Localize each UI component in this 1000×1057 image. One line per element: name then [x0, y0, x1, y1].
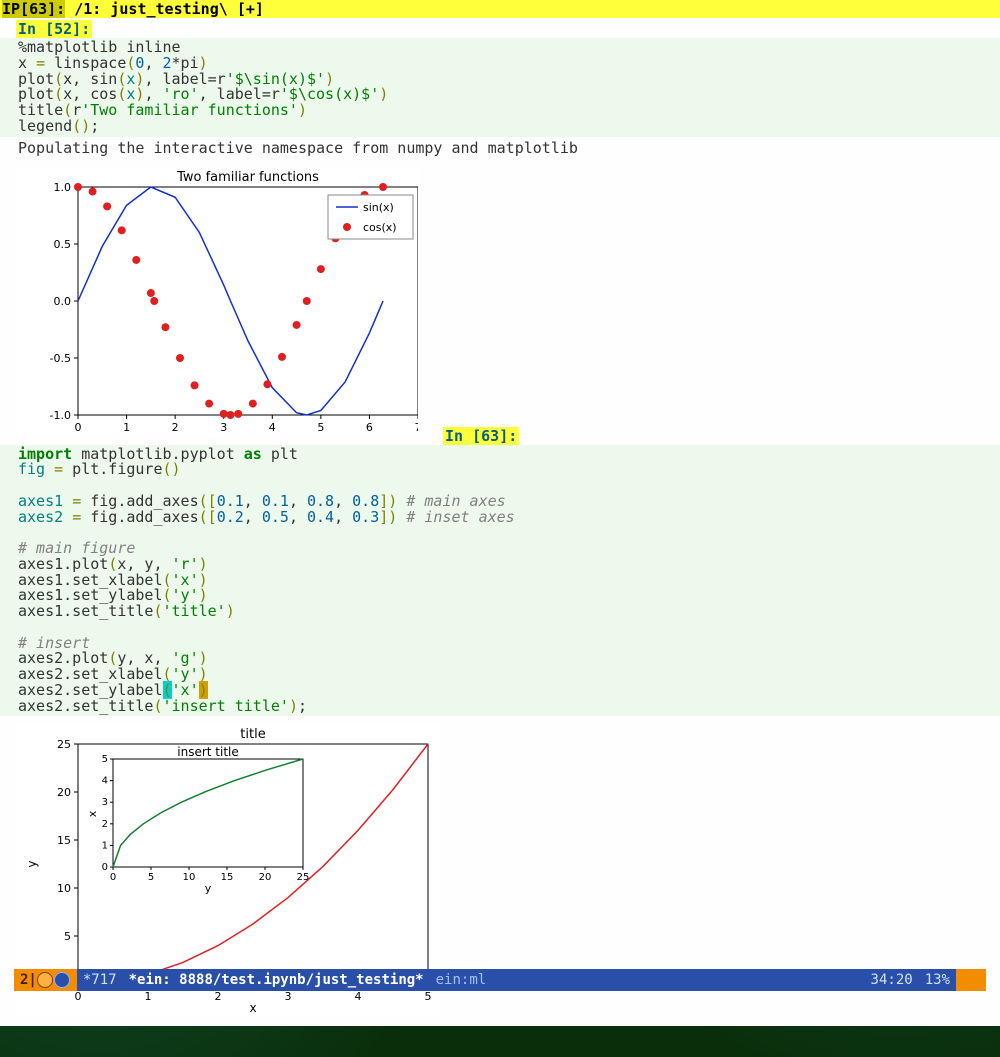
emacs-frame: IP[63]: /1: just_testing\ [+] In [52]: %…	[0, 0, 1000, 1026]
modeline-end-cap	[956, 969, 986, 991]
cell-prompt-63[interactable]: In [63]:	[443, 427, 519, 445]
svg-text:3: 3	[102, 797, 108, 808]
status-dot-icon	[37, 972, 53, 988]
svg-text:2: 2	[102, 819, 108, 830]
svg-text:7: 7	[415, 421, 419, 434]
svg-text:1: 1	[102, 841, 108, 852]
cell-output-text-52: Populating the interactive namespace fro…	[0, 137, 1000, 159]
tab-bar[interactable]: IP[63]: /1: just_testing\ [+]	[0, 0, 1000, 18]
svg-text:-1.0: -1.0	[50, 409, 71, 422]
plot-two-familiar-functions: Two familiar functions -1.0 -0.5 0.0 0.5 1.0…	[18, 167, 418, 435]
svg-text:x: x	[249, 1001, 256, 1015]
svg-text:-0.5: -0.5	[50, 352, 71, 365]
cursor-position: 34:20	[865, 969, 919, 991]
svg-text:20: 20	[57, 786, 71, 799]
svg-text:0: 0	[75, 421, 82, 434]
svg-text:cos(x): cos(x)	[363, 221, 397, 234]
scroll-percentage: 13%	[919, 969, 956, 991]
svg-text:1: 1	[123, 421, 130, 434]
svg-text:5: 5	[102, 754, 108, 765]
svg-text:Two familiar functions: Two familiar functions	[176, 170, 319, 185]
svg-text:15: 15	[221, 872, 234, 883]
major-mode: ein:ml	[430, 969, 493, 991]
svg-text:0: 0	[110, 872, 116, 883]
buffer-name[interactable]: *ein: 8888/test.ipynb/just_testing*	[123, 969, 430, 991]
svg-text:3: 3	[285, 990, 292, 1003]
svg-text:5: 5	[317, 421, 324, 434]
svg-text:5: 5	[148, 872, 154, 883]
tab-modified-indicator: [+]	[237, 0, 264, 18]
svg-text:25: 25	[297, 872, 310, 883]
svg-text:0: 0	[75, 990, 82, 1003]
svg-text:5: 5	[425, 990, 432, 1003]
svg-text:sin(x): sin(x)	[363, 201, 394, 214]
svg-text:y: y	[25, 861, 39, 868]
svg-text:y: y	[205, 882, 212, 895]
svg-text:x: x	[86, 811, 99, 818]
svg-text:6: 6	[366, 421, 373, 434]
svg-text:2: 2	[215, 990, 222, 1003]
svg-text:0.5: 0.5	[54, 238, 72, 251]
svg-text:15: 15	[57, 834, 71, 847]
svg-text:insert title: insert title	[177, 745, 239, 759]
svg-text:0: 0	[102, 862, 108, 873]
svg-text:3: 3	[220, 421, 227, 434]
svg-text:4: 4	[269, 421, 276, 434]
svg-text:title: title	[240, 727, 265, 742]
svg-text:10: 10	[183, 872, 196, 883]
svg-text:1: 1	[145, 990, 152, 1003]
code-cell-63[interactable]: import matplotlib.pyplot as plt fig = pl…	[0, 445, 1000, 717]
tab-label[interactable]: /1: just_testing\	[65, 0, 237, 18]
code-cell-52[interactable]: %matplotlib inline x = linspace(0, 2*pi)…	[0, 38, 1000, 137]
svg-text:25: 25	[57, 738, 71, 751]
svg-text:4: 4	[355, 990, 362, 1003]
modeline: 2| * 717 *ein: 8888/test.ipynb/just_test…	[14, 969, 986, 991]
svg-text:5: 5	[64, 930, 71, 943]
svg-text:2: 2	[172, 421, 179, 434]
svg-text:1.0: 1.0	[54, 181, 72, 194]
svg-text:10: 10	[57, 882, 71, 895]
status-dot-icon	[54, 972, 70, 988]
cell-prompt-52[interactable]: In [52]:	[16, 20, 92, 38]
modified-indicator: * 717	[77, 969, 123, 991]
svg-text:0.0: 0.0	[54, 295, 72, 308]
svg-text:20: 20	[259, 872, 272, 883]
tab-prefix: IP[63]:	[2, 0, 65, 18]
workspace-badge[interactable]: 2|	[14, 969, 77, 991]
svg-text:4: 4	[102, 776, 108, 787]
